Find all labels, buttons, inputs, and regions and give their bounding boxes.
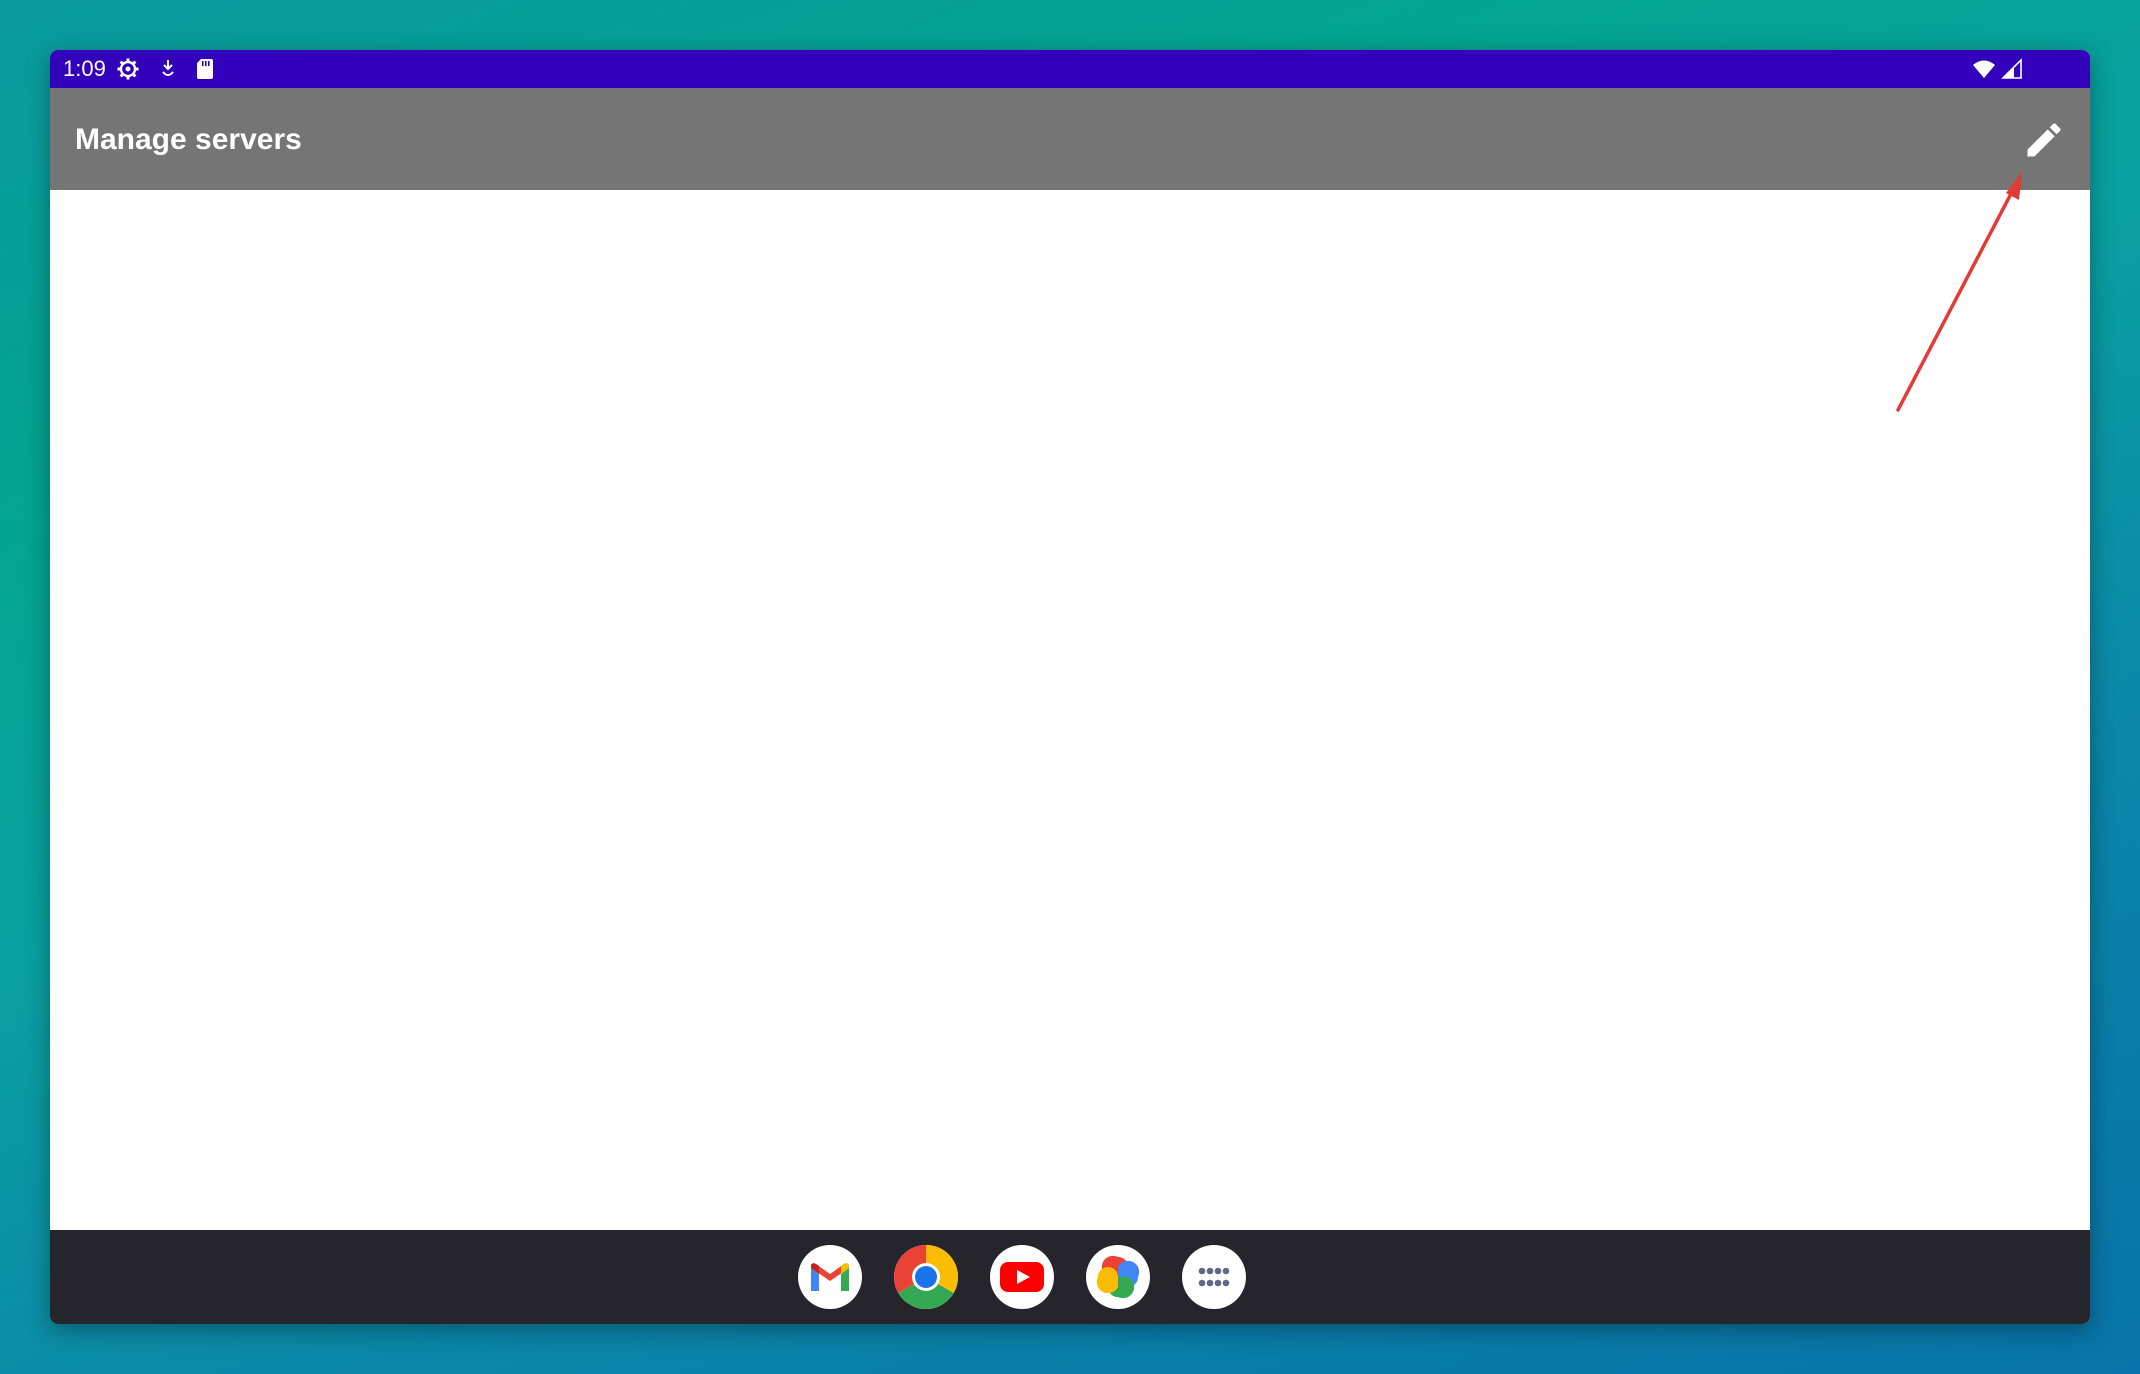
page-title: Manage servers [75, 123, 302, 156]
settings-gear-icon [117, 58, 139, 80]
app-drawer-icon [1198, 1267, 1230, 1287]
server-list-area [50, 190, 2090, 1230]
gmail-icon [811, 1263, 849, 1291]
app-drawer-button[interactable] [1182, 1245, 1246, 1309]
chrome-app[interactable] [894, 1245, 958, 1309]
cellular-signal-icon [2001, 58, 2022, 79]
pencil-edit-icon [2027, 123, 2061, 157]
app-dock [798, 1245, 1246, 1309]
status-bar: 1:09 [50, 50, 2090, 88]
app-bar: Manage servers [50, 88, 2090, 190]
wifi-icon [1973, 60, 1995, 78]
chrome-icon [894, 1245, 958, 1309]
status-time: 1:09 [63, 56, 106, 81]
gmail-app[interactable] [798, 1245, 862, 1309]
photos-icon [1096, 1255, 1140, 1299]
sd-card-icon [197, 59, 213, 79]
youtube-icon [1000, 1262, 1044, 1292]
edit-button[interactable] [2016, 112, 2072, 168]
youtube-app[interactable] [990, 1245, 1054, 1309]
photos-app[interactable] [1086, 1245, 1150, 1309]
download-icon [162, 60, 174, 76]
taskbar [50, 1230, 2090, 1324]
tablet-screen: 1:09 Manage servers [50, 50, 2090, 1324]
